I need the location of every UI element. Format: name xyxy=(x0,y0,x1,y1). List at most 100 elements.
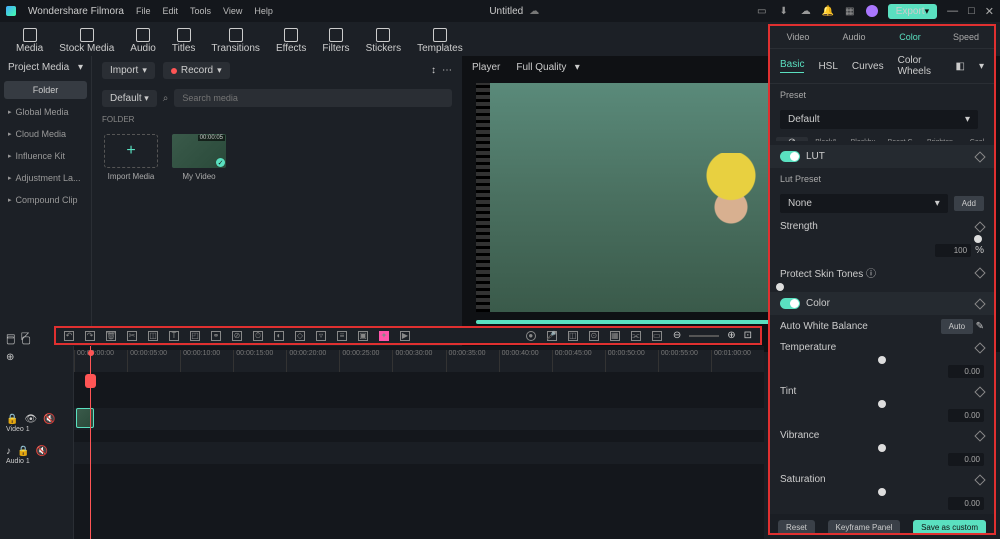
text-icon[interactable]: T xyxy=(169,331,179,341)
gift-icon[interactable]: ▦ xyxy=(844,5,856,17)
magnet-icon[interactable]: ⊙ xyxy=(589,331,599,341)
screenshot-icon[interactable]: ▭ xyxy=(652,331,662,341)
add-track-icon[interactable]: ⊕ xyxy=(6,352,14,363)
keyframe-icon[interactable] xyxy=(974,430,985,441)
window-close[interactable]: ✕ xyxy=(985,5,994,18)
bell-icon[interactable]: 🔔 xyxy=(822,5,834,17)
undo-icon[interactable]: ↶ xyxy=(64,331,74,341)
keyframe-icon[interactable] xyxy=(974,221,985,232)
menu-tools[interactable]: Tools xyxy=(190,6,211,16)
zoom-out-icon[interactable]: ⊖ xyxy=(673,330,681,341)
link-icon[interactable]: ⚭ xyxy=(211,331,221,341)
redo-icon[interactable]: ↷ xyxy=(85,331,95,341)
zoom-slider[interactable] xyxy=(689,335,719,337)
tab-media[interactable]: Media xyxy=(8,26,51,56)
playhead[interactable] xyxy=(90,346,91,539)
tab-effects[interactable]: Effects xyxy=(268,26,314,56)
cloud-icon[interactable]: ☁ xyxy=(529,6,539,17)
window-minimize[interactable]: — xyxy=(947,5,958,17)
keyframe-panel-button[interactable]: Keyframe Panel xyxy=(828,520,901,535)
selection-tool-icon[interactable]: ▭ xyxy=(6,331,15,342)
keyframe-icon[interactable] xyxy=(974,298,985,309)
subtab-curves[interactable]: Curves xyxy=(852,61,884,72)
eye-icon[interactable]: 👁 xyxy=(24,414,37,425)
tab-stock-media[interactable]: Stock Media xyxy=(51,26,122,56)
cloud-sync-icon[interactable]: ☁ xyxy=(800,5,812,17)
group-icon[interactable]: ▣ xyxy=(358,331,368,341)
mute-icon[interactable]: 🔇 xyxy=(43,414,55,425)
render-icon[interactable]: ▶ xyxy=(400,331,410,341)
quality-dropdown[interactable]: Full Quality ▾ xyxy=(516,62,579,73)
eyedropper-icon[interactable]: ✎ xyxy=(976,321,984,332)
keyframe-icon[interactable] xyxy=(974,342,985,353)
inspector-tab-speed[interactable]: Speed xyxy=(938,26,994,48)
audio-track[interactable] xyxy=(74,442,764,464)
blade-tool-icon[interactable]: ◸ xyxy=(21,331,29,342)
add-lut-button[interactable]: Add xyxy=(954,196,984,211)
timeline-clip[interactable] xyxy=(76,408,94,428)
inspector-tab-audio[interactable]: Audio xyxy=(826,26,882,48)
window-maximize[interactable]: □ xyxy=(968,5,975,17)
sidebar-folder[interactable]: Folder xyxy=(4,81,87,99)
menu-edit[interactable]: Edit xyxy=(162,6,178,16)
color-icon[interactable]: ◐ xyxy=(274,331,284,341)
lut-dropdown[interactable]: None▾ xyxy=(780,194,948,213)
tab-audio[interactable]: Audio xyxy=(122,26,164,56)
menu-view[interactable]: View xyxy=(223,6,242,16)
saturation-value[interactable]: 0.00 xyxy=(948,497,984,510)
tab-filters[interactable]: Filters xyxy=(314,26,357,56)
import-button[interactable]: Import ▾ xyxy=(102,62,155,79)
export-button[interactable]: Export ▾ xyxy=(888,4,937,19)
preset-header[interactable]: Preset xyxy=(770,84,994,106)
tab-stickers[interactable]: Stickers xyxy=(358,26,410,56)
import-media-tile[interactable]: + Import Media xyxy=(102,134,160,181)
subtab-hsl[interactable]: HSL xyxy=(818,61,837,72)
tab-titles[interactable]: Titles xyxy=(164,26,204,56)
search-input[interactable] xyxy=(174,89,452,107)
playhead-marker[interactable] xyxy=(88,350,94,356)
color-section[interactable]: Color xyxy=(770,292,994,315)
inspector-tab-video[interactable]: Video xyxy=(770,26,826,48)
save-custom-button[interactable]: Save as custom xyxy=(913,520,986,535)
sidebar-header[interactable]: Project Media xyxy=(8,62,69,73)
subtab-more-icon[interactable]: ▾ xyxy=(979,61,984,72)
sidebar-item-cloud[interactable]: Cloud Media xyxy=(0,123,91,145)
lock-icon[interactable]: 🔒 xyxy=(6,414,18,425)
avatar[interactable] xyxy=(866,5,878,17)
mute-icon[interactable]: 🔇 xyxy=(35,446,47,457)
strength-value[interactable]: 100 xyxy=(935,244,971,257)
tab-templates[interactable]: Templates xyxy=(409,26,471,56)
video-track[interactable] xyxy=(74,408,764,430)
compare-icon[interactable]: ◧ xyxy=(956,61,965,72)
delete-icon[interactable]: 🗑 xyxy=(106,331,116,341)
inspector-tab-color[interactable]: Color xyxy=(882,26,938,48)
subtitle-icon[interactable]: ◰ xyxy=(190,331,200,341)
filter-dropdown[interactable]: Default ▾ xyxy=(102,90,157,107)
link-track-icon[interactable]: ⫘ xyxy=(631,331,641,341)
ai-icon[interactable]: ✦ xyxy=(379,331,389,341)
download-icon[interactable]: ⬇ xyxy=(778,5,790,17)
sidebar-item-influence[interactable]: Influence Kit xyxy=(0,145,91,167)
preset-dropdown[interactable]: Default▾ xyxy=(780,110,978,129)
record-button[interactable]: Record ▾ xyxy=(163,62,230,79)
auto-button[interactable]: Auto xyxy=(941,319,973,334)
keyframe-tl-icon[interactable]: ◇ xyxy=(295,331,305,341)
temperature-value[interactable]: 0.00 xyxy=(948,365,984,378)
tint-value[interactable]: 0.00 xyxy=(948,409,984,422)
tab-transitions[interactable]: Transitions xyxy=(203,26,268,56)
color-toggle[interactable] xyxy=(780,298,800,309)
zoom-in-icon[interactable]: ⊕ xyxy=(727,330,735,341)
media-clip[interactable]: 00:00:05 My Video xyxy=(170,134,228,181)
cut-icon[interactable]: ✂ xyxy=(127,331,137,341)
sidebar-item-adjustment[interactable]: Adjustment La... xyxy=(0,167,91,189)
more-icon[interactable]: ⋯ xyxy=(442,65,452,76)
detach-icon[interactable]: ⊘ xyxy=(232,331,242,341)
screen-icon[interactable]: ▭ xyxy=(756,5,768,17)
lut-toggle[interactable] xyxy=(780,151,800,162)
snap-icon[interactable]: ▦ xyxy=(610,331,620,341)
sidebar-item-global[interactable]: Global Media xyxy=(0,101,91,123)
chevron-down-icon[interactable]: ▾ xyxy=(78,62,83,73)
subtab-wheels[interactable]: Color Wheels xyxy=(898,55,942,77)
vibrance-value[interactable]: 0.00 xyxy=(948,453,984,466)
keyframe-icon[interactable] xyxy=(974,386,985,397)
